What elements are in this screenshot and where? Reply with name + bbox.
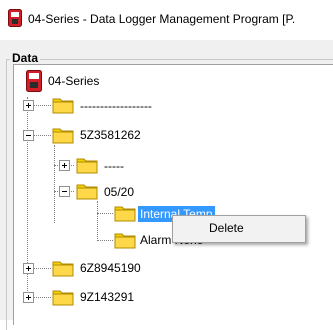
tree-node-label[interactable]: 6Z8945190 — [80, 261, 141, 275]
folder-icon — [76, 158, 98, 174]
folder-icon — [52, 261, 74, 277]
data-group-label: Data — [10, 51, 41, 65]
delete-menu-item[interactable]: Delete — [173, 216, 305, 242]
title-bar: 04-Series - Data Logger Management Progr… — [0, 0, 333, 40]
folder-icon — [114, 206, 136, 222]
folder-icon — [52, 290, 74, 306]
folder-icon — [76, 184, 98, 200]
tree-connector — [97, 213, 113, 214]
tree-node-label[interactable]: 05/20 — [104, 185, 134, 199]
tree-node-label[interactable]: ------------------ — [80, 99, 152, 113]
folder-icon — [52, 98, 74, 114]
context-menu: Delete — [172, 215, 306, 243]
tree-expander-minus[interactable] — [23, 130, 34, 141]
tree-connector — [97, 240, 113, 241]
tree-connector — [97, 201, 98, 241]
tree-expander-plus[interactable] — [23, 292, 34, 303]
folder-icon — [114, 233, 136, 249]
tree-node-label[interactable]: 9Z143291 — [80, 290, 134, 304]
tree-expander-plus[interactable] — [23, 263, 34, 274]
tree-expander-plus[interactable] — [23, 100, 34, 111]
data-tree-view[interactable]: 04-Series ------------------ 5Z3581262 -… — [13, 64, 333, 325]
tree-connector — [54, 145, 55, 223]
tree-node-label[interactable]: ----- — [104, 159, 124, 173]
window-title: 04-Series - Data Logger Management Progr… — [28, 12, 296, 26]
tree-expander-plus[interactable] — [59, 160, 70, 171]
data-logger-icon — [26, 70, 42, 92]
tree-expander-minus[interactable] — [59, 186, 70, 197]
tree-node-label[interactable]: 5Z3581262 — [80, 128, 141, 142]
delete-menu-label: Delete — [209, 221, 244, 235]
tree-node-root-label[interactable]: 04-Series — [48, 74, 99, 88]
folder-icon — [52, 128, 74, 144]
data-logger-app-icon — [8, 9, 22, 27]
